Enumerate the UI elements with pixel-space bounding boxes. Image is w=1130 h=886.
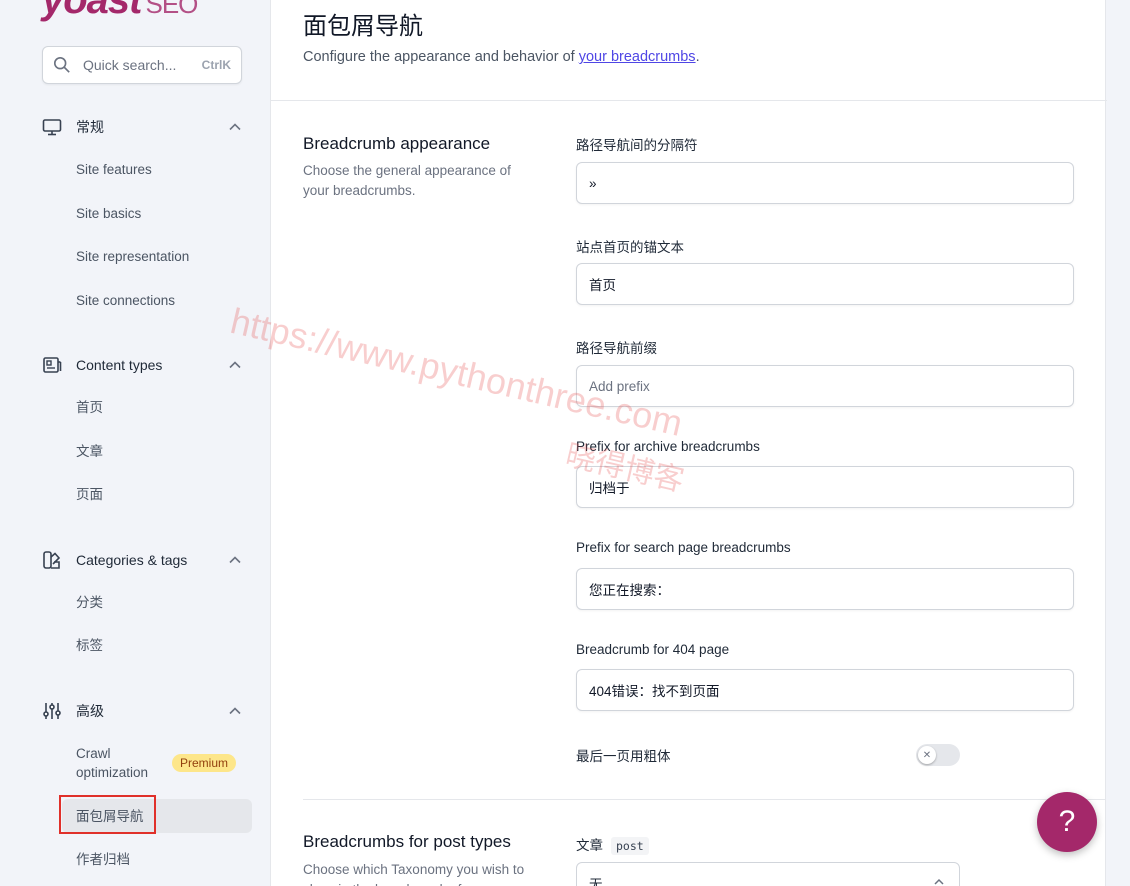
sidebar-item-tags[interactable]: 标签	[76, 636, 103, 655]
page-title: 面包屑导航	[303, 13, 423, 40]
post-taxonomy-select[interactable]: 无	[576, 862, 960, 886]
separator-input[interactable]: »	[576, 162, 1074, 204]
archive-prefix-label: Prefix for archive breadcrumbs	[576, 439, 760, 454]
divider	[271, 100, 1107, 101]
monitor-icon	[42, 119, 62, 136]
post-slug-tag: post	[611, 837, 649, 855]
search-placeholder: Quick search...	[83, 57, 177, 73]
sidebar-item-homepage[interactable]: 首页	[76, 398, 103, 417]
sidebar-item-site-connections[interactable]: Site connections	[76, 291, 175, 310]
search-shortcut: CtrlK	[201, 58, 231, 72]
sidebar: yoast SEO Quick search... CtrlK 常规 Site f…	[0, 0, 270, 886]
main-panel: 面包屑导航 Configure the appearance and behav…	[270, 0, 1107, 886]
archive-prefix-input[interactable]: 归档于	[576, 466, 1074, 508]
bold-last-label: 最后一页用粗体	[576, 749, 671, 764]
post-type-label: 文章 post	[576, 834, 649, 855]
search-prefix-label: Prefix for search page breadcrumbs	[576, 540, 791, 555]
section-title-post-types: Breadcrumbs for post types	[303, 832, 511, 851]
color-swatch-icon	[43, 551, 61, 569]
separator-label: 路径导航间的分隔符	[576, 138, 698, 153]
page-description: Configure the appearance and behavior of…	[303, 49, 700, 65]
section-title-appearance: Breadcrumb appearance	[303, 134, 491, 153]
divider	[303, 799, 1105, 800]
sidebar-group-content-types[interactable]: Content types	[42, 351, 242, 379]
chevron-up-icon	[229, 556, 241, 564]
newspaper-icon	[43, 357, 62, 373]
search-icon	[53, 56, 70, 73]
notfound-input[interactable]: 404错误：找不到页面	[576, 669, 1074, 711]
sidebar-group-general[interactable]: 常规	[42, 113, 242, 141]
sidebar-group-advanced[interactable]: 高级	[42, 697, 242, 725]
sidebar-group-categories-tags[interactable]: Categories & tags	[42, 546, 242, 574]
chevron-up-icon	[229, 123, 241, 131]
adjustments-icon	[43, 703, 61, 719]
bold-last-toggle[interactable]: ✕	[916, 744, 960, 766]
chevron-up-icon	[229, 707, 241, 715]
highlight-box	[59, 795, 156, 834]
search-prefix-input[interactable]: 您正在搜索：	[576, 568, 1074, 610]
chevron-up-icon	[934, 878, 944, 885]
section-desc-appearance: Choose the general appearance of your br…	[303, 163, 511, 198]
sidebar-item-posts[interactable]: 文章	[76, 442, 103, 461]
prefix-label: 路径导航前缀	[576, 341, 657, 356]
prefix-input[interactable]: Add prefix	[576, 365, 1074, 407]
chevron-up-icon	[229, 361, 241, 369]
section-desc-post-types: Choose which Taxonomy you wish to show i…	[303, 862, 525, 886]
sidebar-item-site-basics[interactable]: Site basics	[76, 204, 141, 223]
sidebar-item-site-features[interactable]: Site features	[76, 160, 152, 179]
sidebar-item-categories[interactable]: 分类	[76, 593, 103, 612]
breadcrumbs-help-link[interactable]: your breadcrumbs	[579, 49, 696, 65]
sidebar-item-site-representation[interactable]: Site representation	[76, 247, 189, 266]
home-anchor-label: 站点首页的锚文本	[576, 240, 684, 255]
sidebar-item-crawl-optimization[interactable]: Crawl optimization	[76, 744, 148, 782]
help-button[interactable]: ?	[1037, 792, 1097, 852]
premium-badge: Premium	[172, 754, 237, 772]
sidebar-item-pages[interactable]: 页面	[76, 485, 103, 504]
notfound-label: Breadcrumb for 404 page	[576, 642, 730, 657]
yoast-logo[interactable]: yoast SEO	[42, 0, 198, 23]
sidebar-item-author-archives[interactable]: 作者归档	[76, 850, 130, 869]
home-anchor-input[interactable]: 首页	[576, 263, 1074, 305]
quick-search-input[interactable]: Quick search... CtrlK	[42, 46, 242, 84]
close-icon: ✕	[918, 746, 936, 764]
